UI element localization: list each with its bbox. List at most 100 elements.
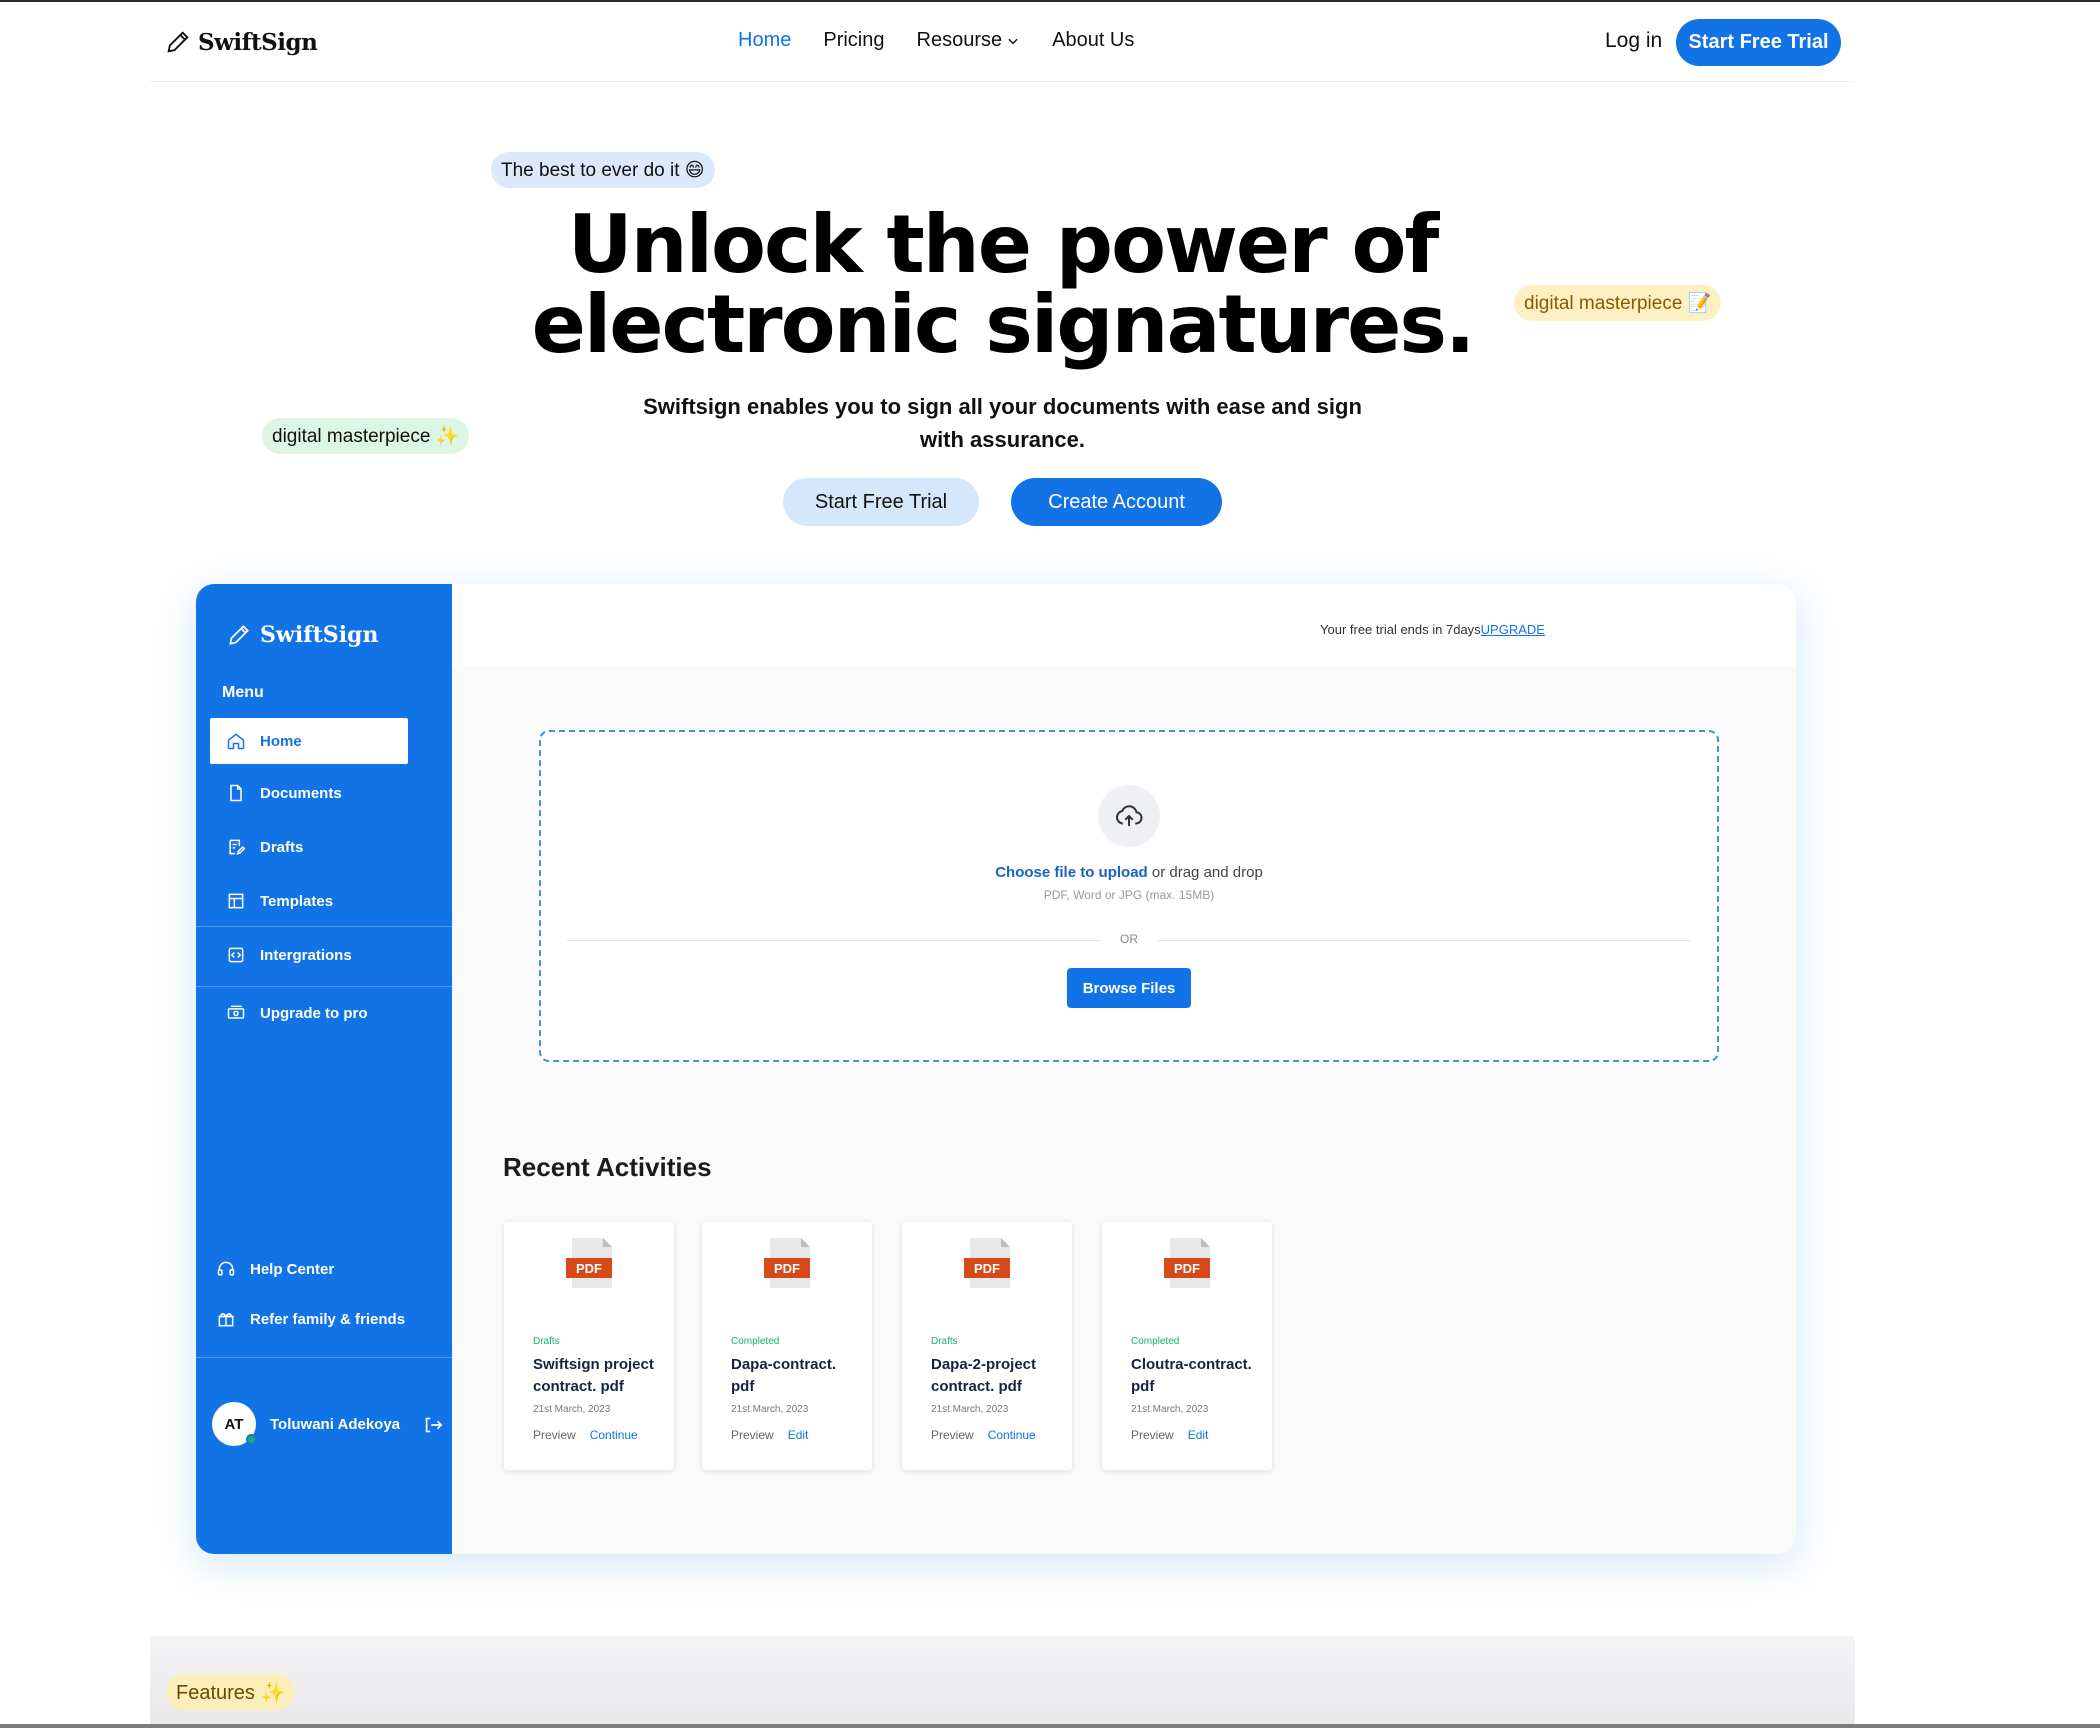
create-account-button[interactable]: Create Account: [1011, 478, 1222, 526]
cloud-upload-icon: [1116, 805, 1143, 826]
trial-notice-text: Your free trial ends in 7days: [1320, 622, 1481, 637]
sidebar-item-templates[interactable]: Templates: [210, 878, 408, 924]
online-status-dot: [246, 1434, 257, 1445]
activity-card[interactable]: PDF Completed Cloutra-contract. pdf 21st…: [1102, 1222, 1272, 1470]
document-icon: [230, 784, 242, 802]
float-tag-green: digital masterpiece ✨: [262, 418, 470, 454]
features-section: [150, 1636, 1855, 1728]
nav-link-resource-label: Resourse: [916, 29, 1003, 51]
sidebar-brand: SwiftSign: [260, 622, 379, 648]
nav-link-resource[interactable]: Resourse: [917, 29, 1021, 52]
user-name: Toluwani Adekoya: [270, 1415, 401, 1433]
card-file-name: Dapa-contract. pdf: [731, 1356, 837, 1395]
card-date: 21st March, 2023: [533, 1404, 611, 1415]
site-header: SwiftSign Home Pricing Resourse About Us…: [150, 2, 1855, 82]
continue-link[interactable]: Continue: [590, 1428, 638, 1442]
sidebar-item-drafts[interactable]: Drafts: [210, 824, 408, 870]
card-file-name: Swiftsign project contract. pdf: [533, 1356, 654, 1395]
brand-name: SwiftSign: [198, 28, 318, 56]
templates-icon: [228, 893, 244, 909]
features-badge: Features ✨: [166, 1674, 296, 1710]
pdf-tag: PDF: [566, 1258, 612, 1278]
pen-icon: [229, 625, 249, 645]
bottom-border: [0, 1724, 2100, 1728]
or-label: OR: [1101, 932, 1157, 946]
pdf-tag: PDF: [764, 1258, 810, 1278]
sidebar-divider: [196, 986, 452, 987]
sidebar-item-label: Upgrade to pro: [260, 1004, 368, 1022]
continue-link[interactable]: Continue: [988, 1428, 1036, 1442]
pdf-fold: [1201, 1238, 1210, 1247]
login-link[interactable]: Log in: [1605, 29, 1662, 53]
code-icon: [228, 947, 244, 963]
upload-dropzone[interactable]: Choose file to upload or drag and drop P…: [539, 730, 1719, 1062]
pdf-file-icon: PDF: [1164, 1238, 1210, 1288]
card-status: Drafts: [931, 1336, 958, 1347]
app-preview: SwiftSign Menu Home Documents Drafts Tem…: [196, 584, 1796, 1554]
card-actions: Preview Continue: [533, 1428, 638, 1442]
card-status: Completed: [731, 1336, 780, 1347]
user-profile[interactable]: AT Toluwani Adekoya: [212, 1402, 400, 1446]
avatar: AT: [212, 1402, 257, 1446]
main-nav: Home Pricing Resourse About Us: [738, 29, 1134, 52]
preview-link[interactable]: Preview: [931, 1428, 974, 1442]
pdf-fold: [801, 1238, 810, 1247]
nav-link-pricing[interactable]: Pricing: [823, 29, 884, 52]
pdf-file-icon: PDF: [764, 1238, 810, 1288]
hero-title-line2: electronic signatures.: [531, 278, 1476, 371]
card-status: Completed: [1131, 1336, 1180, 1347]
app-topbar: Your free trial ends in 7daysUPGRADE: [452, 584, 1796, 666]
nav-link-about[interactable]: About Us: [1052, 29, 1134, 52]
card-status: Drafts: [533, 1336, 560, 1347]
card-file-name: Cloutra-contract. pdf: [1131, 1356, 1252, 1395]
pdf-tag: PDF: [1164, 1258, 1210, 1278]
sidebar-item-home[interactable]: Home: [210, 718, 408, 764]
sidebar-item-label: Intergrations: [260, 946, 352, 964]
sidebar-item-refer[interactable]: Refer family & friends: [200, 1296, 440, 1342]
choose-file-link[interactable]: Choose file to upload: [995, 864, 1148, 881]
sidebar-item-documents[interactable]: Documents: [210, 770, 408, 816]
pdf-file-icon: PDF: [964, 1238, 1010, 1288]
drag-drop-text: or drag and drop: [1147, 864, 1263, 881]
edit-link[interactable]: Edit: [788, 1428, 809, 1442]
edit-link[interactable]: Edit: [1188, 1428, 1209, 1442]
sidebar: SwiftSign Menu Home Documents Drafts Tem…: [196, 584, 452, 1554]
preview-link[interactable]: Preview: [731, 1428, 774, 1442]
sidebar-item-integrations[interactable]: Intergrations: [210, 932, 408, 978]
upload-instruction: Choose file to upload or drag and drop: [541, 864, 1717, 881]
sidebar-item-help[interactable]: Help Center: [200, 1246, 398, 1292]
hero-subtitle: Swiftsign enables you to sign all your d…: [643, 394, 1362, 452]
card-actions: Preview Edit: [1131, 1428, 1208, 1442]
start-trial-button[interactable]: Start Free Trial: [1676, 19, 1841, 66]
hero-title: Unlock the power of electronic signature…: [460, 205, 1545, 365]
brand-logo[interactable]: SwiftSign: [164, 28, 318, 56]
sidebar-item-label: Templates: [260, 892, 334, 910]
menu-label: Menu: [222, 684, 264, 701]
upload-icon-wrap: [1098, 785, 1160, 847]
pdf-file-icon: PDF: [566, 1238, 612, 1288]
hero-start-trial-button[interactable]: Start Free Trial: [783, 478, 979, 526]
upgrade-link[interactable]: UPGRADE: [1481, 622, 1545, 637]
browse-files-button[interactable]: Browse Files: [1067, 968, 1191, 1008]
pdf-fold: [603, 1238, 612, 1247]
pdf-tag: PDF: [964, 1258, 1010, 1278]
card-file-name: Dapa-2-project contract. pdf: [931, 1356, 1037, 1395]
sidebar-item-label: Help Center: [250, 1260, 335, 1278]
sidebar-item-label: Home: [260, 732, 302, 750]
sidebar-item-label: Drafts: [260, 838, 304, 856]
nav-link-home[interactable]: Home: [738, 29, 791, 52]
sidebar-item-upgrade[interactable]: Upgrade to pro: [210, 990, 408, 1036]
card-date: 21st March, 2023: [731, 1404, 809, 1415]
activity-card[interactable]: PDF Drafts Swiftsign project contract. p…: [504, 1222, 674, 1470]
gift-icon: [218, 1313, 234, 1327]
preview-link[interactable]: Preview: [533, 1428, 576, 1442]
activity-card[interactable]: PDF Drafts Dapa-2-project contract. pdf …: [902, 1222, 1072, 1470]
sidebar-logo[interactable]: SwiftSign: [226, 622, 378, 648]
pdf-fold: [1001, 1238, 1010, 1247]
chevron-down-icon: [1008, 38, 1018, 44]
preview-link[interactable]: Preview: [1131, 1428, 1174, 1442]
card-actions: Preview Continue: [931, 1428, 1036, 1442]
activity-card[interactable]: PDF Completed Dapa-contract. pdf 21st Ma…: [702, 1222, 872, 1470]
logout-icon[interactable]: [422, 1414, 444, 1436]
avatar-initials: AT: [224, 1415, 244, 1433]
